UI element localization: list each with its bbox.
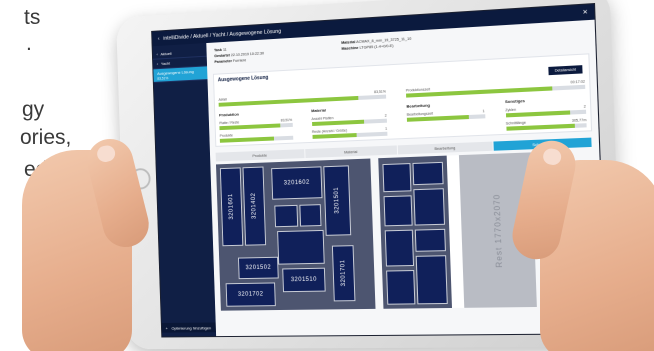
part[interactable] bbox=[384, 229, 415, 267]
part[interactable]: 3201501 bbox=[323, 165, 352, 236]
sidebar: ‹ Aktuell ‹ Yacht Ausgewogene Lösung 83,… bbox=[152, 43, 217, 338]
tab-processing[interactable]: Bearbeitung bbox=[397, 141, 494, 155]
machine-value: LTGP85 (1-4+0/0-E) bbox=[359, 43, 394, 50]
metric-value: 1 bbox=[385, 126, 388, 131]
chevron-left-icon: ‹ bbox=[156, 51, 158, 57]
metric-value: 83,51% bbox=[374, 89, 386, 95]
created-label: Gestartet bbox=[214, 53, 230, 59]
sidebar-item-label: Aktuell bbox=[160, 50, 172, 57]
metric-label: Produkte bbox=[219, 133, 233, 138]
group-title: Material bbox=[311, 107, 326, 114]
metric-label: Abfall bbox=[218, 97, 227, 102]
metric-value: 83,51% bbox=[280, 117, 293, 123]
part[interactable]: 3201601 bbox=[219, 167, 244, 247]
metric-value: 00:17:02 bbox=[570, 79, 586, 85]
part[interactable]: 3201702 bbox=[225, 282, 276, 307]
metric-label: Schnittlänge bbox=[505, 120, 526, 126]
metric-label: Zyklen bbox=[505, 107, 517, 113]
part[interactable] bbox=[415, 255, 448, 305]
part[interactable] bbox=[414, 228, 446, 252]
group-production: Produktion Platte / Reste 83,51% Produkte bbox=[219, 109, 293, 143]
created-value: 22.10.2019 10:22:30 bbox=[230, 51, 265, 58]
part[interactable] bbox=[383, 195, 413, 227]
group-title: Bearbeitung bbox=[406, 102, 431, 109]
part[interactable] bbox=[382, 163, 412, 193]
plus-icon: + bbox=[165, 325, 168, 331]
metric-value: 1 bbox=[482, 109, 485, 114]
param-label: Parameter bbox=[214, 59, 232, 65]
part[interactable]: 3201402 bbox=[242, 166, 267, 246]
slide-text-4: ories, bbox=[20, 126, 72, 149]
material-label: Material bbox=[341, 40, 356, 45]
task-value: 11 bbox=[222, 47, 227, 52]
part[interactable] bbox=[299, 204, 322, 227]
details-button[interactable]: Detailansicht bbox=[548, 65, 583, 76]
tab-products[interactable]: Produkte bbox=[215, 149, 306, 162]
tab-material[interactable]: Material bbox=[305, 145, 399, 159]
sidebar-item-sub: 83,51% bbox=[157, 75, 169, 81]
sidebar-item-label: Yacht bbox=[160, 60, 171, 67]
sidebar-item-label: Ausgewogene Lösung bbox=[157, 68, 194, 76]
part[interactable] bbox=[277, 229, 325, 265]
metric-value: 2 bbox=[583, 104, 586, 109]
close-icon[interactable]: ✕ bbox=[582, 9, 588, 17]
part[interactable]: 3201701 bbox=[331, 245, 356, 302]
chevron-left-icon: ‹ bbox=[156, 61, 159, 67]
machine-label: Maschine bbox=[341, 45, 359, 51]
add-optimization-label: Optimierung hinzufügen bbox=[171, 324, 212, 331]
param-value: Furniere bbox=[232, 58, 247, 63]
part[interactable] bbox=[413, 188, 446, 226]
group-processing: Bearbeitung Bearbeitungszeit 1 bbox=[406, 100, 485, 135]
task-label: Task bbox=[213, 47, 222, 53]
part[interactable]: 3201510 bbox=[282, 267, 326, 293]
part[interactable] bbox=[274, 204, 299, 228]
part[interactable]: 3201602 bbox=[271, 166, 323, 200]
group-misc: Sonstiges Zyklen 2 Schnittlänge 305,77m bbox=[505, 95, 587, 131]
part[interactable] bbox=[412, 161, 444, 186]
metric-value: 305,77m bbox=[571, 118, 587, 123]
slide-text-1: ts bbox=[24, 6, 41, 29]
menu-arrow-icon[interactable]: ‹ bbox=[158, 36, 160, 42]
slide-text-2: . bbox=[26, 32, 32, 55]
slide-text-3: gy bbox=[22, 98, 45, 121]
metric-value: 2 bbox=[384, 113, 387, 118]
rest-label: Rest 1770x2070 bbox=[491, 193, 504, 268]
add-optimization-button[interactable]: + Optimierung hinzufügen bbox=[161, 322, 216, 333]
sidebar-item-solution[interactable]: Ausgewogene Lösung 83,51% bbox=[153, 66, 208, 83]
sheet-1[interactable]: 3201602 3201501 3201502 3201510 3201701 … bbox=[215, 158, 376, 311]
group-material: Material Anzahl Platten 2 Reste (Anzahl /… bbox=[311, 105, 388, 139]
part[interactable]: 3201502 bbox=[237, 256, 279, 280]
part[interactable] bbox=[386, 270, 416, 305]
group-title: Produktion bbox=[218, 111, 240, 118]
group-title: Sonstiges bbox=[504, 98, 526, 105]
